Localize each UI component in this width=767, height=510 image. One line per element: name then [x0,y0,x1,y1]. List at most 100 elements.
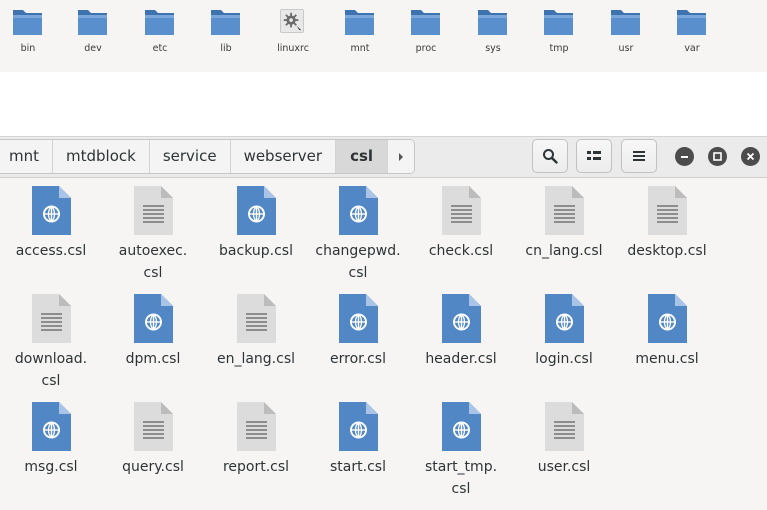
file-item[interactable]: access.csl [1,178,101,282]
menu-button[interactable] [621,139,657,173]
view-toggle-button[interactable] [576,139,612,173]
file-item[interactable]: desktop.csl [617,178,717,282]
file-item[interactable]: download. csl [1,286,101,390]
folder-item[interactable]: dev [65,5,121,67]
folder-label: proc [415,43,437,54]
file-item[interactable]: changepwd. csl [308,178,408,282]
breadcrumb-item-csl[interactable]: csl [336,140,389,173]
file-item[interactable]: backup.csl [206,178,306,282]
folder-icon [611,10,640,35]
file-item[interactable]: dpm.csl [103,286,203,390]
folder-icon [677,10,706,35]
folder-item[interactable]: etc [132,5,188,67]
close-button[interactable] [741,147,760,166]
file-name: changepwd. csl [315,243,401,281]
folder-label: bin [20,43,36,54]
text-document-icon [32,294,71,343]
file-name: en_lang.csl [216,351,296,367]
file-item[interactable]: query.csl [103,394,203,498]
folder-item[interactable]: lib [198,5,254,67]
file-name: check.csl [428,243,494,259]
web-document-icon [134,294,173,343]
web-document-icon [339,294,378,343]
folder-icon [345,10,374,35]
folder-item[interactable]: bin [0,5,56,67]
breadcrumb: mnt mtdblock service webserver csl [0,139,416,174]
breadcrumb-item-webserver[interactable]: webserver [231,140,337,173]
folder-label: etc [152,43,168,54]
web-document-icon [237,186,276,235]
file-name: menu.csl [635,351,699,367]
file-name: start.csl [330,459,386,475]
file-label: linuxrc [277,43,309,54]
folder-icon [145,10,174,35]
folder-item[interactable]: var [664,5,720,67]
file-item[interactable]: msg.csl [1,394,101,498]
file-name: msg.csl [24,459,78,475]
file-item[interactable]: check.csl [411,178,511,282]
text-document-icon [545,402,584,451]
web-document-icon [648,294,687,343]
folder-item[interactable]: proc [398,5,454,67]
file-name: query.csl [122,459,184,475]
file-item[interactable]: menu.csl [617,286,717,390]
search-icon [543,149,558,164]
file-item[interactable]: user.csl [514,394,614,498]
file-item[interactable]: autoexec. csl [103,178,203,282]
text-document-icon [237,402,276,451]
file-item[interactable]: report.csl [206,394,306,498]
folder-icon [211,10,240,35]
breadcrumb-item-mtdblock[interactable]: mtdblock [53,140,150,173]
folder-label: var [684,43,700,54]
file-name: user.csl [537,459,591,475]
file-name: error.csl [330,351,386,367]
file-item[interactable]: start.csl [308,394,408,498]
text-document-icon [442,186,481,235]
folder-label: lib [220,43,232,54]
file-item[interactable]: en_lang.csl [206,286,306,390]
text-document-icon [134,186,173,235]
maximize-icon [713,152,722,161]
file-name: report.csl [222,459,290,475]
breadcrumb-forward-button[interactable] [388,140,415,173]
folder-label: mnt [350,43,370,54]
search-button[interactable] [532,139,568,173]
folder-icon [478,10,507,35]
file-manager-headerbar: mnt mtdblock service webserver csl [0,136,767,178]
folder-icon [411,10,440,35]
text-document-icon [237,294,276,343]
close-icon [746,152,755,161]
file-item[interactable]: error.csl [308,286,408,390]
folder-label: sys [485,43,501,54]
folder-icon [78,10,107,35]
file-item[interactable]: start_tmp. csl [411,394,511,498]
folder-label: dev [84,43,102,54]
web-document-icon [339,402,378,451]
maximize-button[interactable] [708,147,727,166]
file-name: desktop.csl [627,243,707,259]
file-item[interactable]: login.csl [514,286,614,390]
folder-item[interactable]: tmp [531,5,587,67]
desktop-gap [0,72,767,136]
chevron-right-icon [399,152,404,161]
executable-item[interactable]: linuxrc [265,5,321,67]
file-name: backup.csl [219,243,293,259]
file-item[interactable]: cn_lang.csl [514,178,614,282]
file-name: login.csl [535,351,593,367]
file-item[interactable]: header.csl [411,286,511,390]
minimize-button[interactable] [675,147,694,166]
file-name: header.csl [425,351,497,367]
file-grid: access.csl autoexec. csl backup.csl changep… [0,178,767,510]
web-document-icon [442,402,481,451]
folder-item[interactable]: usr [598,5,654,67]
breadcrumb-item-mnt[interactable]: mnt [0,140,53,173]
web-document-icon [339,186,378,235]
file-name: cn_lang.csl [525,243,603,259]
hamburger-menu-icon [633,151,645,161]
background-file-window: bin dev etc lib linuxrc mnt proc sys tmp… [0,0,767,72]
folder-item[interactable]: mnt [332,5,388,67]
folder-item[interactable]: sys [465,5,521,67]
breadcrumb-item-service[interactable]: service [150,140,231,173]
gear-icon [280,9,304,33]
folder-label: usr [618,43,634,54]
